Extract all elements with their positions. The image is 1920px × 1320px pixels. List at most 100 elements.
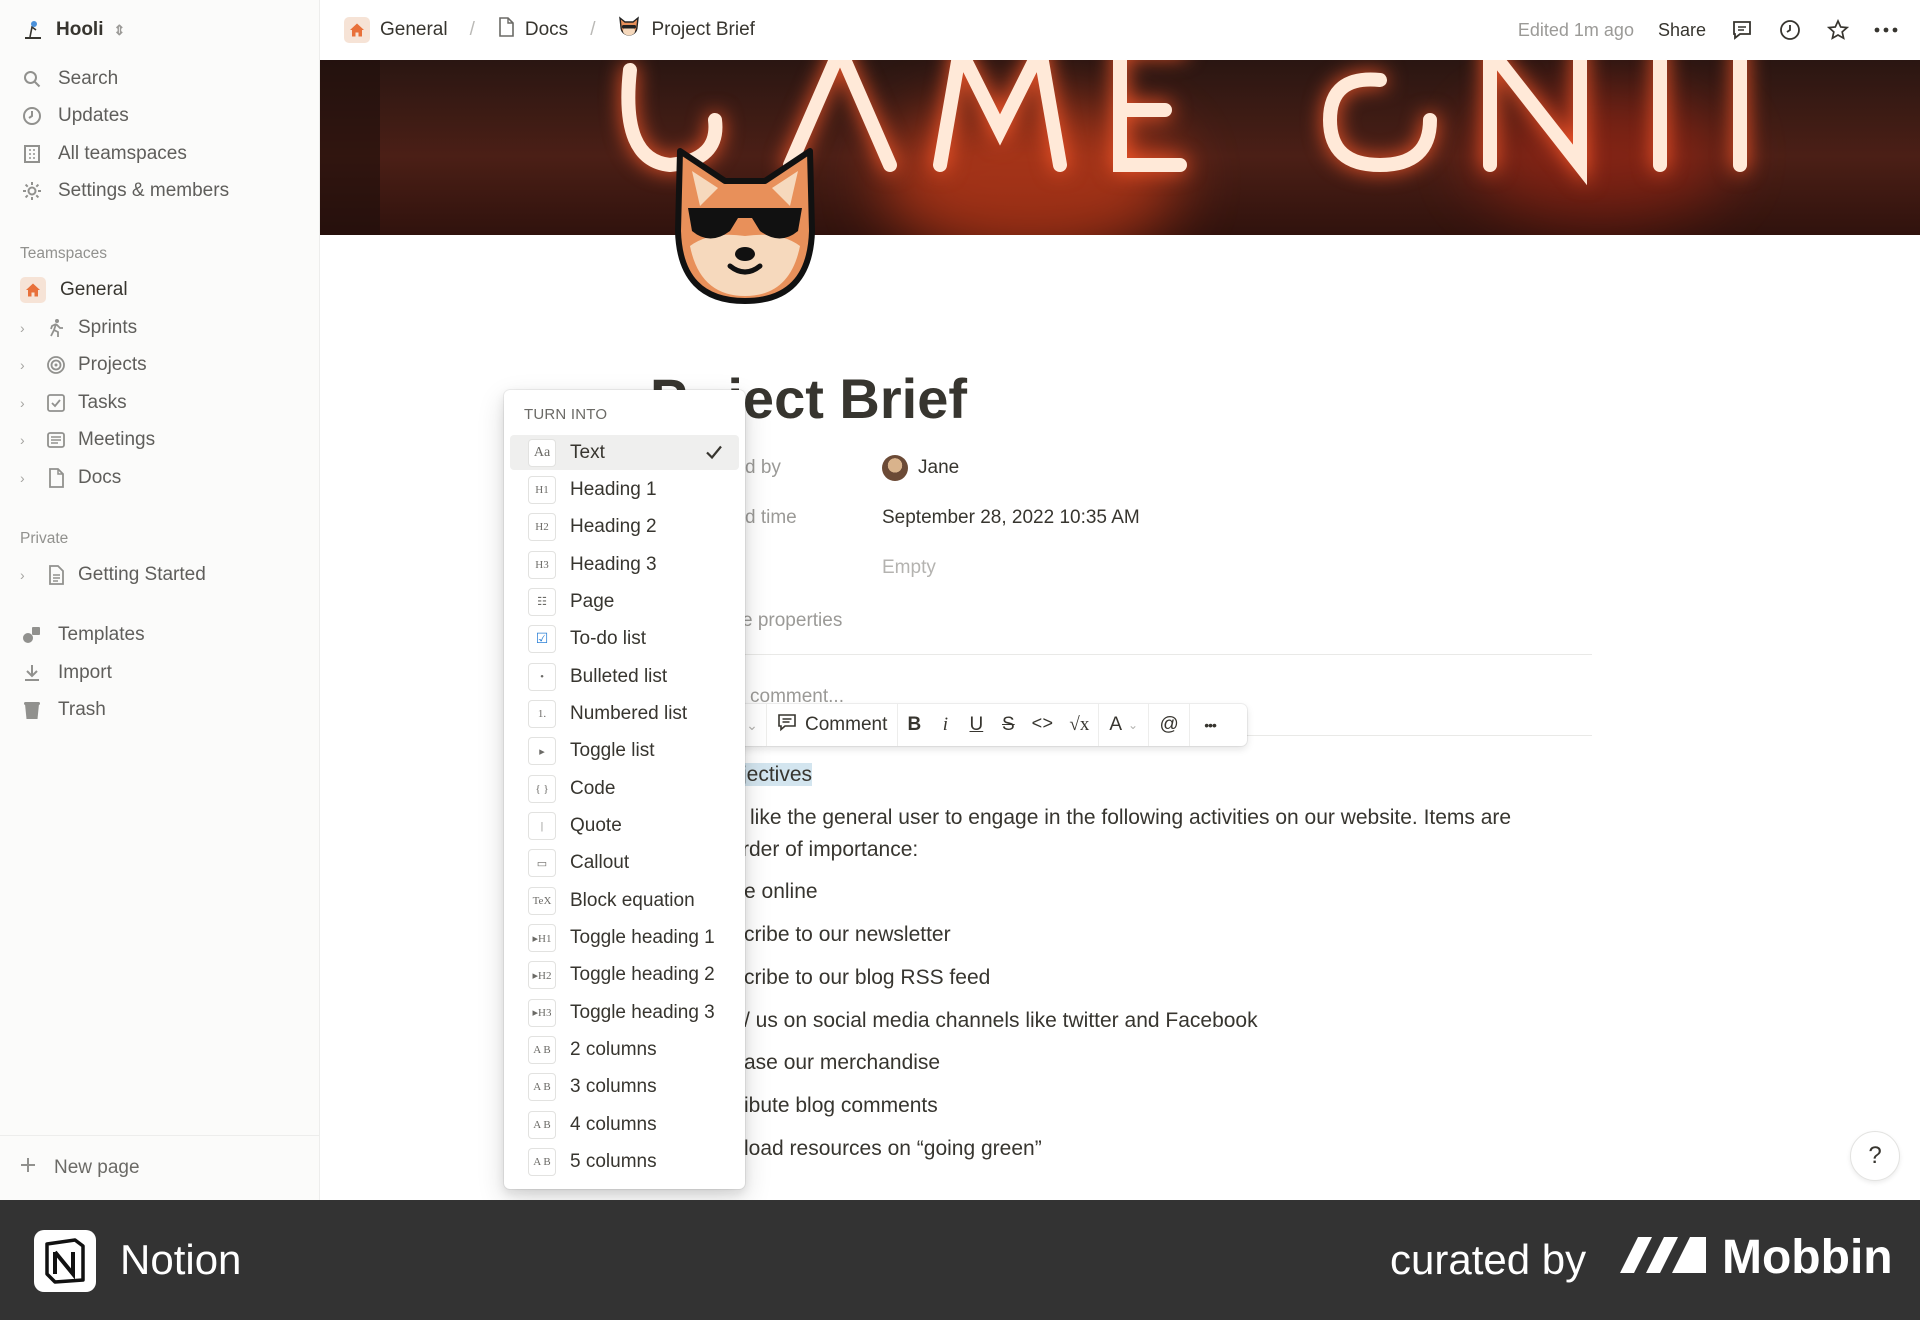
document-icon bbox=[44, 563, 68, 587]
menu-item-toggle-list[interactable]: ▸ Toggle list bbox=[510, 734, 739, 769]
checkmark-icon bbox=[703, 441, 725, 469]
breadcrumb-docs[interactable]: Docs bbox=[497, 17, 568, 43]
menu-item-3-columns[interactable]: A B 3 columns bbox=[510, 1070, 739, 1105]
menu-item-bulleted-list[interactable]: • Bulleted list bbox=[510, 659, 739, 694]
history-icon[interactable] bbox=[1778, 18, 1802, 42]
chevron-right-icon[interactable]: › bbox=[20, 567, 34, 583]
menu-item-to-do-list[interactable]: ☑ To-do list bbox=[510, 622, 739, 657]
list-item[interactable]: ibute blog comments bbox=[744, 1094, 938, 1118]
menu-item-label: Callout bbox=[570, 852, 630, 874]
clock-icon bbox=[20, 104, 44, 128]
sidebar-item-docs[interactable]: › Docs bbox=[20, 461, 121, 495]
list-item[interactable]: ase our merchandise bbox=[744, 1051, 940, 1075]
sidebar-item-import[interactable]: Import bbox=[20, 656, 112, 690]
chevron-right-icon[interactable]: › bbox=[20, 432, 34, 448]
topbar-actions: Edited 1m ago Share bbox=[1518, 0, 1898, 60]
list-item[interactable]: cribe to our blog RSS feed bbox=[744, 966, 990, 990]
notion-logo-icon bbox=[34, 1230, 96, 1292]
workspace-switcher[interactable]: Hooli ⇕ bbox=[20, 16, 125, 44]
menu-item-4-columns[interactable]: A B 4 columns bbox=[510, 1107, 739, 1142]
sidebar-item-label: Settings & members bbox=[58, 180, 230, 201]
code-icon: { } bbox=[528, 774, 556, 803]
comments-icon[interactable] bbox=[1730, 18, 1754, 42]
text-color-label: A bbox=[1109, 714, 1123, 735]
list-item[interactable]: / us on social media channels like twitt… bbox=[744, 1009, 1258, 1033]
menu-item-toggle-heading-3[interactable]: ▸H3 Toggle heading 3 bbox=[510, 995, 739, 1030]
underline-button[interactable]: U bbox=[960, 704, 992, 746]
property-value-created-time[interactable]: September 28, 2022 10:35 AM bbox=[882, 507, 1140, 529]
paragraph-line-2[interactable]: rder of importance: bbox=[742, 838, 918, 862]
more-options-button[interactable]: ••• bbox=[1190, 704, 1230, 746]
property-label-created-by[interactable]: d by bbox=[745, 457, 781, 479]
sidebar-item-search[interactable]: Search bbox=[20, 62, 118, 96]
menu-item-code[interactable]: { } Code bbox=[510, 771, 739, 806]
menu-item-toggle-heading-2[interactable]: ▸H2 Toggle heading 2 bbox=[510, 958, 739, 993]
menu-item-callout[interactable]: ▭ Callout bbox=[510, 846, 739, 881]
sidebar-item-trash[interactable]: Trash bbox=[20, 693, 106, 727]
italic-button[interactable]: i bbox=[930, 704, 960, 746]
property-value-empty[interactable]: Empty bbox=[882, 557, 936, 579]
sidebar-item-projects[interactable]: › Projects bbox=[20, 348, 147, 382]
menu-item-toggle-heading-1[interactable]: ▸H1 Toggle heading 1 bbox=[510, 921, 739, 956]
sidebar-item-label: Trash bbox=[58, 699, 106, 720]
help-button[interactable]: ? bbox=[1850, 1131, 1900, 1181]
menu-item-heading-3[interactable]: H3 Heading 3 bbox=[510, 547, 739, 582]
menu-item-page[interactable]: ☷ Page bbox=[510, 584, 739, 619]
new-page-button[interactable]: New page bbox=[0, 1135, 320, 1200]
chevron-right-icon[interactable]: › bbox=[20, 470, 34, 486]
menu-item-2-columns[interactable]: A B 2 columns bbox=[510, 1033, 739, 1068]
page-icon: ☷ bbox=[528, 587, 556, 616]
mention-button[interactable]: @ bbox=[1149, 704, 1189, 746]
page-icon-shiba[interactable] bbox=[660, 136, 830, 306]
menu-item-text[interactable]: Aa Text bbox=[510, 435, 739, 470]
more-icon[interactable] bbox=[1874, 18, 1898, 42]
star-icon[interactable] bbox=[1826, 18, 1850, 42]
text-color-button[interactable]: A ⌄ bbox=[1099, 704, 1148, 746]
page-cover[interactable] bbox=[320, 60, 1920, 235]
paragraph-line-1[interactable]: like the general user to engage in the f… bbox=[750, 806, 1511, 830]
add-properties-link[interactable]: e properties bbox=[742, 610, 842, 632]
trash-icon bbox=[20, 698, 44, 722]
chevron-right-icon[interactable]: › bbox=[20, 320, 34, 336]
property-value-created-by[interactable]: Jane bbox=[882, 455, 959, 481]
list-item[interactable]: cribe to our newsletter bbox=[744, 923, 951, 947]
objectives-heading[interactable]: jectives bbox=[742, 763, 813, 787]
sidebar-item-tasks[interactable]: › Tasks bbox=[20, 386, 127, 420]
chevron-right-icon[interactable]: › bbox=[20, 357, 34, 373]
sidebar-item-general[interactable]: General bbox=[20, 273, 128, 307]
property-label-created-time[interactable]: d time bbox=[745, 507, 797, 529]
page-icon bbox=[44, 466, 68, 490]
sidebar-item-label: Projects bbox=[78, 354, 147, 375]
columns-icon: A B bbox=[528, 1073, 556, 1102]
sidebar-item-templates[interactable]: Templates bbox=[20, 618, 145, 652]
breadcrumb-general[interactable]: General bbox=[344, 17, 448, 43]
comment-button[interactable]: Comment bbox=[767, 704, 897, 746]
sidebar-item-settings[interactable]: Settings & members bbox=[20, 174, 229, 208]
columns-icon: A B bbox=[528, 1036, 556, 1065]
equation-button[interactable]: √x bbox=[1060, 704, 1098, 746]
chevron-right-icon[interactable]: › bbox=[20, 395, 34, 411]
menu-item-5-columns[interactable]: A B 5 columns bbox=[510, 1145, 739, 1180]
sidebar-item-meetings[interactable]: › Meetings bbox=[20, 423, 155, 457]
code-button[interactable]: <> bbox=[1024, 704, 1060, 746]
bullet-list-icon: • bbox=[528, 662, 556, 691]
gear-icon bbox=[20, 179, 44, 203]
sidebar-item-updates[interactable]: Updates bbox=[20, 99, 129, 133]
sidebar-item-all-teamspaces[interactable]: All teamspaces bbox=[20, 137, 187, 171]
sidebar-item-sprints[interactable]: › Sprints bbox=[20, 311, 137, 345]
menu-item-block-equation[interactable]: TeX Block equation bbox=[510, 883, 739, 918]
menu-item-quote[interactable]: | Quote bbox=[510, 809, 739, 844]
menu-item-heading-2[interactable]: H2 Heading 2 bbox=[510, 510, 739, 545]
list-item[interactable]: load resources on “going green” bbox=[744, 1137, 1042, 1161]
sidebar-item-label: Sprints bbox=[78, 317, 138, 338]
share-button[interactable]: Share bbox=[1658, 20, 1706, 41]
bold-button[interactable]: B bbox=[898, 704, 930, 746]
sidebar-item-getting-started[interactable]: › Getting Started bbox=[20, 558, 206, 592]
menu-item-heading-1[interactable]: H1 Heading 1 bbox=[510, 472, 739, 507]
breadcrumb-project-brief[interactable]: Project Brief bbox=[617, 15, 755, 45]
comment-icon bbox=[777, 712, 797, 738]
menu-item-label: Toggle heading 2 bbox=[570, 964, 715, 986]
list-item[interactable]: e online bbox=[744, 880, 818, 904]
strikethrough-button[interactable]: S bbox=[992, 704, 1024, 746]
menu-item-numbered-list[interactable]: 1. Numbered list bbox=[510, 696, 739, 731]
